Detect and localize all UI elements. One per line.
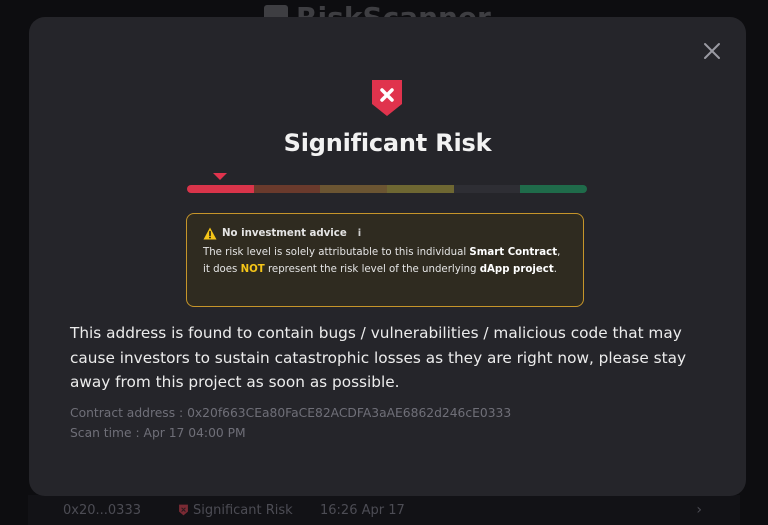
risk-meter-segment [453, 185, 521, 193]
warning-icon [203, 227, 217, 240]
advice-text-4: . [553, 264, 557, 275]
risk-meter-pointer [213, 173, 228, 180]
advice-text-1: The risk level is solely attributable to… [203, 247, 470, 258]
info-icon[interactable]: i [358, 225, 361, 242]
row-risk: Significant Risk [178, 503, 293, 518]
row-address: 0x20...0333 [63, 502, 141, 518]
row-risk-label: Significant Risk [193, 502, 293, 518]
row-time: 16:26 Apr 17 [320, 502, 405, 518]
advice-text-3: represent the risk level of the underlyi… [264, 264, 480, 275]
risk-description: This address is found to contain bugs / … [70, 324, 687, 391]
advice-body: The risk level is solely attributable to… [203, 244, 567, 278]
background-table-row[interactable]: 0x20...0333 Significant Risk 16:26 Apr 1… [28, 495, 740, 525]
risk-meter-segment [253, 185, 321, 193]
close-icon[interactable] [702, 41, 722, 61]
risk-meter-segment [386, 185, 454, 193]
risk-meter-bar [187, 185, 587, 193]
risk-shield-icon [179, 504, 188, 516]
investment-advice-notice: No investment advice i The risk level is… [186, 213, 584, 307]
risk-meter [187, 173, 587, 195]
scan-time: Scan time : Apr 17 04:00 PM [70, 426, 246, 440]
advice-not-highlight: NOT [240, 264, 265, 275]
risk-modal: Significant Risk No investment advice i … [29, 17, 746, 496]
advice-heading-row: No investment advice i [203, 225, 567, 242]
risk-shield-icon [372, 80, 402, 116]
contract-address: Contract address : 0x20f663CEa80FaCE82AC… [70, 406, 512, 420]
risk-meter-segment [187, 185, 254, 193]
risk-title: Significant Risk [283, 129, 492, 157]
risk-meter-segment [520, 185, 587, 193]
advice-smart-contract: Smart Contract [469, 247, 558, 258]
chevron-right-icon[interactable]: › [696, 502, 702, 518]
advice-heading: No investment advice [222, 228, 347, 239]
risk-meter-segment [320, 185, 387, 193]
scan-meta: Contract address : 0x20f663CEa80FaCE82AC… [70, 403, 511, 443]
advice-dapp-project: dApp project [479, 264, 554, 275]
